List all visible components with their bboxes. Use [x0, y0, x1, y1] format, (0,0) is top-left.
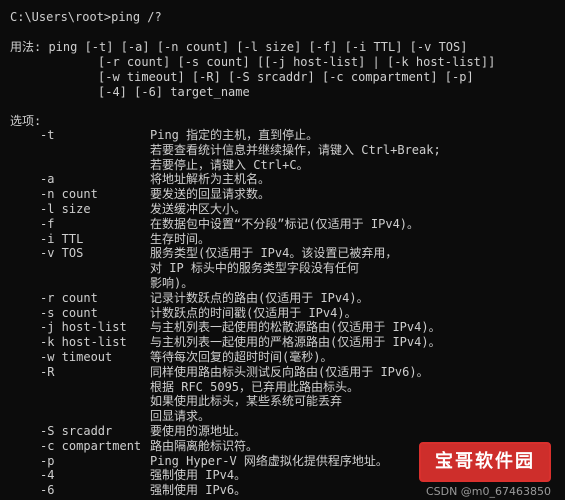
- option-description: 等待每次回复的超时时间(毫秒)。: [150, 350, 333, 364]
- option-flag: -R: [40, 364, 55, 379]
- option-description: 与主机列表一起使用的松散源路由(仅适用于 IPv4)。: [150, 320, 441, 335]
- option-flag: -c compartment: [40, 438, 142, 453]
- option-description: 强制使用 IPv4。: [150, 468, 247, 483]
- usage-line-1: 用法: ping [-t] [-a] [-n count] [-l size] …: [10, 40, 468, 54]
- option-flag: -r count: [40, 290, 98, 305]
- option-flag: -4: [40, 468, 55, 483]
- option-flag: -v TOS: [40, 246, 84, 261]
- usage-line-3: [-w timeout] [-R] [-S srcaddr] [-c compa…: [98, 70, 474, 84]
- option-description: 要发送的回显请求数。: [150, 187, 271, 202]
- options-header: 选项:: [10, 114, 42, 128]
- option-flag: -w timeout: [40, 350, 113, 364]
- option-flag: -s count: [40, 305, 98, 320]
- watermark-caption: CSDN @m0_67463850: [425, 485, 551, 498]
- usage-line-4: [-4] [-6] target_name: [98, 85, 250, 99]
- option-description: 将地址解析为主机名。: [150, 172, 271, 187]
- option-description: 回显请求。: [150, 409, 211, 424]
- option-description: Ping 指定的主机，直到停止。: [150, 128, 319, 142]
- option-description: 对 IP 标头中的服务类型字段没有任何: [150, 261, 359, 276]
- option-flag: -i TTL: [40, 231, 84, 246]
- command-prompt-line: C:\Users\root>ping /?: [10, 10, 162, 24]
- option-flag: -l size: [40, 202, 91, 216]
- option-description: 影响)。: [150, 276, 194, 290]
- option-description: 若要停止，请键入 Ctrl+C。: [150, 157, 309, 172]
- option-flag: -j host-list: [40, 320, 127, 335]
- option-description: 计数跃点的时间戳(仅适用于 IPv4)。: [150, 305, 357, 320]
- option-flag: -n count: [40, 187, 98, 202]
- usage-line-2: [-r count] [-s count] [[-j host-list] | …: [98, 55, 496, 69]
- option-description: 发送缓冲区大小。: [150, 202, 247, 216]
- option-description: 若要查看统计信息并继续操作，请键入 Ctrl+Break;: [150, 142, 441, 157]
- option-description: 要使用的源地址。: [150, 424, 247, 438]
- option-description: 路由隔离舱标识符。: [150, 438, 259, 453]
- option-flag: -6: [40, 483, 55, 498]
- option-description: 生存时间。: [150, 231, 211, 246]
- option-flag: -S srcaddr: [40, 424, 113, 438]
- option-description: 强制使用 IPv6。: [150, 483, 247, 498]
- option-description: 在数据包中设置“不分段”标记(仅适用于 IPv4)。: [150, 216, 420, 231]
- option-flag: -t: [40, 128, 55, 142]
- option-description: 同样使用路由标头测试反向路由(仅适用于 IPv6)。: [150, 364, 429, 379]
- option-description: 如果使用此标头，某些系统可能丢弃: [150, 394, 343, 409]
- option-description: 根据 RFC 5095，已弃用此路由标头。: [150, 379, 360, 394]
- watermark-logo: 宝哥软件园: [419, 442, 551, 482]
- option-flag: -f: [40, 216, 55, 231]
- console-window[interactable]: C:\Users\root>ping /? 用法: ping [-t] [-a]…: [0, 0, 565, 500]
- option-flag: -a: [40, 172, 55, 187]
- option-description: 记录计数跃点的路由(仅适用于 IPv4)。: [150, 290, 369, 305]
- option-description: 服务类型(仅适用于 IPv4。该设置已被弃用，: [150, 246, 398, 261]
- option-description: 与主机列表一起使用的严格源路由(仅适用于 IPv4)。: [150, 335, 441, 350]
- option-flag: -p: [40, 453, 55, 468]
- option-flag: -k host-list: [40, 335, 127, 350]
- option-description: Ping Hyper-V 网络虚拟化提供程序地址。: [150, 453, 388, 468]
